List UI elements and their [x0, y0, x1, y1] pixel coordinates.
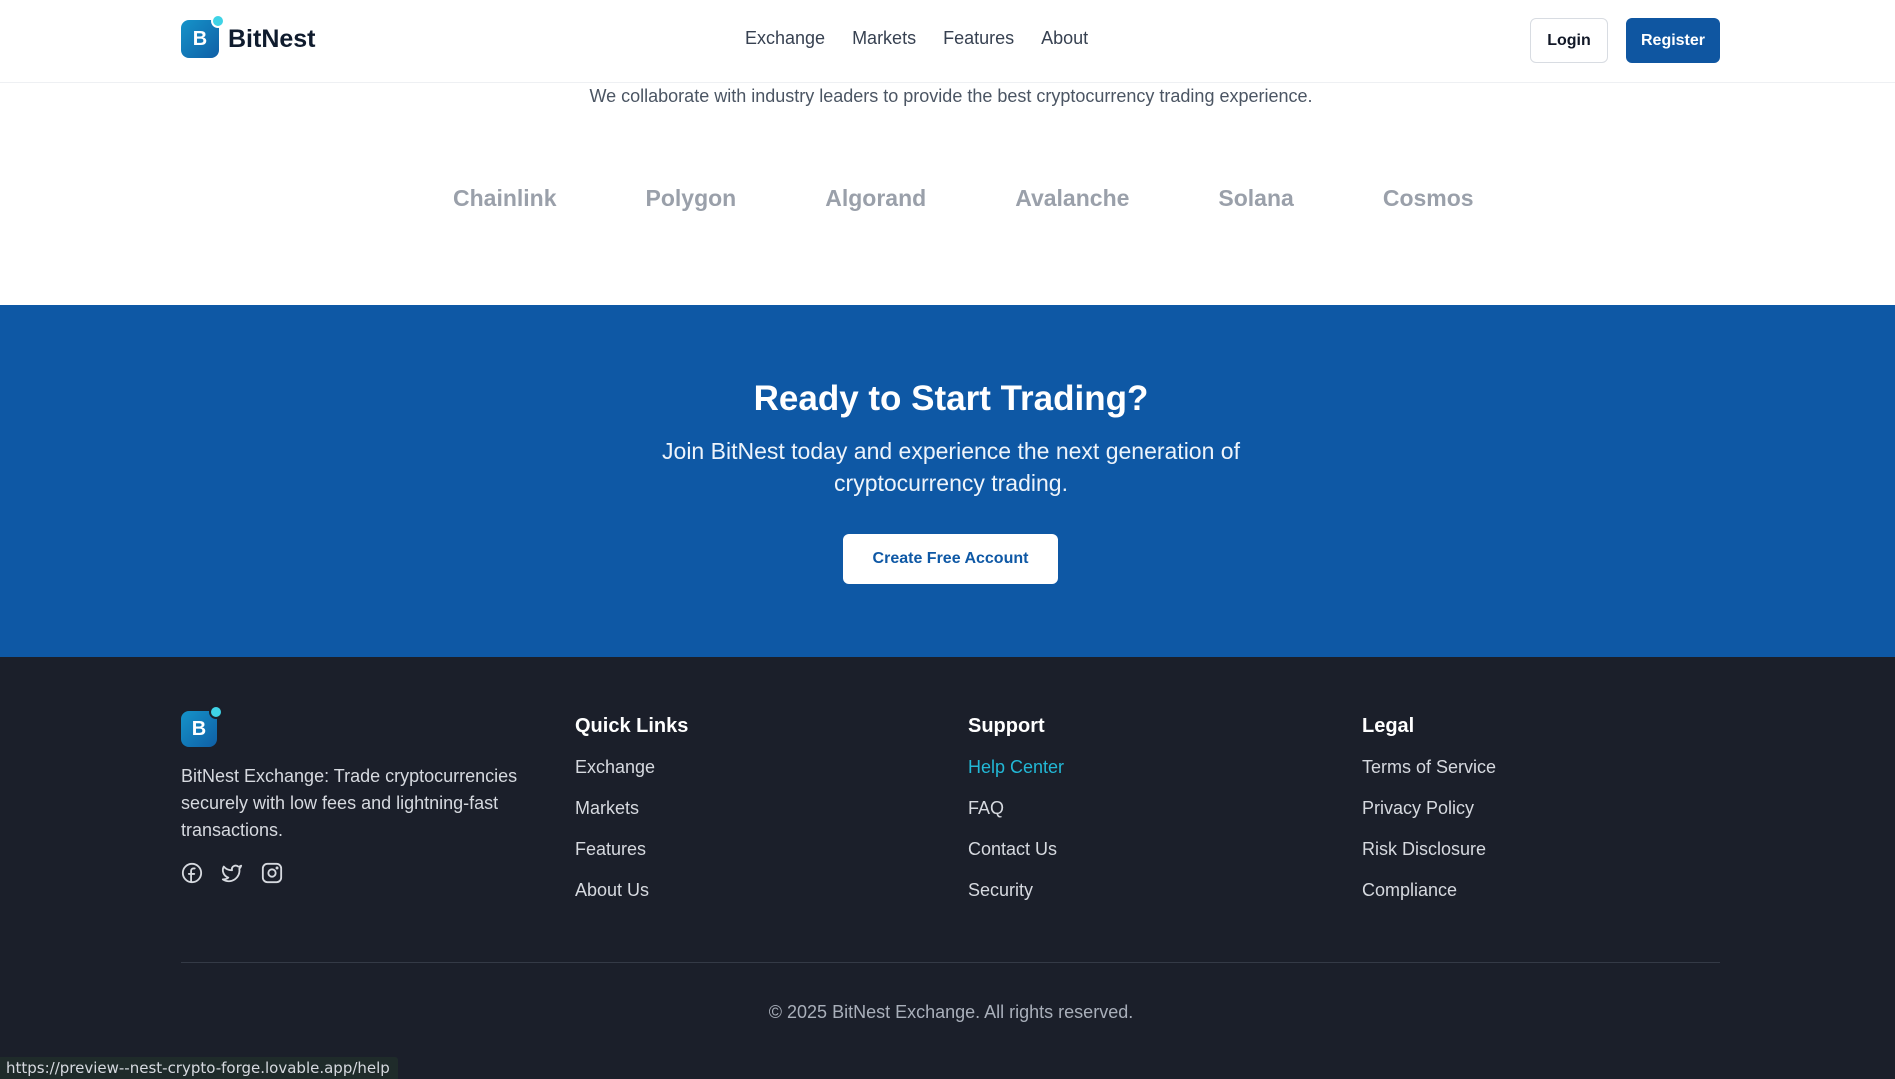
- footer-link-privacy[interactable]: Privacy Policy: [1362, 795, 1496, 836]
- footer-link-markets[interactable]: Markets: [575, 795, 688, 836]
- partner-logo-chainlink: Chainlink: [453, 185, 557, 211]
- logo-icon: B: [181, 705, 223, 747]
- cta-section: Ready to Start Trading? Join BitNest tod…: [0, 305, 1895, 657]
- status-bar-url: https://preview--nest-crypto-forge.lovab…: [0, 1057, 398, 1079]
- footer-divider: [181, 962, 1720, 963]
- logo-letter: B: [192, 27, 208, 50]
- facebook-icon[interactable]: [181, 862, 203, 884]
- footer-logo[interactable]: B: [181, 705, 223, 747]
- footer-link-features[interactable]: Features: [575, 836, 688, 877]
- quick-links-title: Quick Links: [575, 715, 689, 737]
- brand-name: BitNest: [228, 24, 316, 53]
- create-account-button[interactable]: Create Free Account: [843, 534, 1058, 584]
- footer-link-security[interactable]: Security: [968, 877, 1064, 918]
- cta-title: Ready to Start Trading?: [753, 379, 1149, 418]
- partner-logo-solana: Solana: [1218, 185, 1294, 211]
- logo-dot: [211, 14, 225, 28]
- footer-link-risk-disclosure[interactable]: Risk Disclosure: [1362, 836, 1496, 877]
- support-title: Support: [968, 715, 1045, 737]
- partners-subtitle: We collaborate with industry leaders to …: [589, 86, 1313, 106]
- footer-legal: Legal Terms of Service Privacy Policy Ri…: [1362, 715, 1496, 918]
- copyright-text: © 2025 BitNest Exchange. All rights rese…: [768, 1002, 1134, 1022]
- cta-subtitle: Join BitNest today and experience the ne…: [662, 438, 1240, 496]
- footer-link-compliance[interactable]: Compliance: [1362, 877, 1496, 918]
- footer-link-faq[interactable]: FAQ: [968, 795, 1064, 836]
- footer-description: BitNest Exchange: Trade cryptocurrencies…: [181, 766, 518, 840]
- footer-link-help-center[interactable]: Help Center: [968, 754, 1064, 795]
- register-button[interactable]: Register: [1626, 18, 1720, 63]
- footer-support: Support Help Center FAQ Contact Us Secur…: [968, 715, 1064, 918]
- partner-logo-cosmos: Cosmos: [1382, 185, 1474, 211]
- logo-icon: B: [181, 14, 225, 58]
- nav-link-features[interactable]: Features: [943, 28, 1014, 49]
- footer-link-about-us[interactable]: About Us: [575, 877, 688, 918]
- partners-list: Chainlink Polygon Algorand Avalanche Sol…: [453, 185, 1474, 212]
- partner-logo-polygon: Polygon: [645, 185, 737, 211]
- twitter-icon[interactable]: [221, 862, 243, 884]
- footer-link-contact-us[interactable]: Contact Us: [968, 836, 1064, 877]
- top-navbar: B BitNest Exchange Markets Features Abou…: [0, 0, 1895, 83]
- logo-letter: B: [191, 717, 207, 740]
- instagram-icon[interactable]: [261, 862, 283, 884]
- brand-logo[interactable]: B BitNest: [181, 14, 316, 58]
- partner-logo-avalanche: Avalanche: [1015, 185, 1130, 211]
- footer-link-exchange[interactable]: Exchange: [575, 754, 688, 795]
- login-button[interactable]: Login: [1530, 18, 1608, 63]
- social-links: [181, 862, 301, 884]
- nav-link-markets[interactable]: Markets: [852, 28, 916, 49]
- partner-logo-algorand: Algorand: [825, 185, 927, 211]
- legal-title: Legal: [1362, 715, 1415, 737]
- footer-link-terms[interactable]: Terms of Service: [1362, 754, 1496, 795]
- footer: B BitNest Exchange: Trade cryptocurrenci…: [0, 657, 1895, 1079]
- main-nav: Exchange Markets Features About: [745, 28, 1088, 49]
- logo-dot: [209, 705, 223, 719]
- nav-link-exchange[interactable]: Exchange: [745, 28, 825, 49]
- nav-link-about[interactable]: About: [1041, 28, 1088, 49]
- footer-quick-links: Quick Links Exchange Markets Features Ab…: [575, 715, 688, 918]
